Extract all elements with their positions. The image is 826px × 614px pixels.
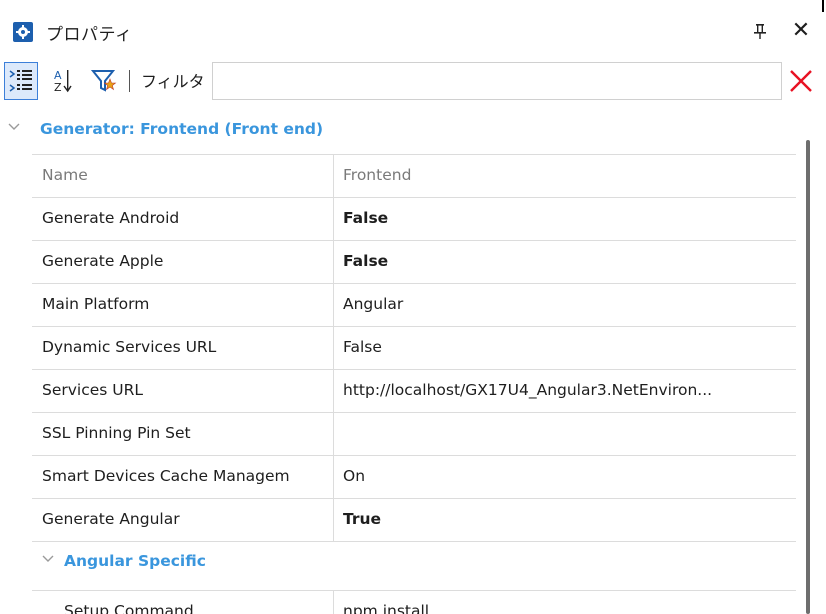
title-bar: プロパティ ✕ <box>0 14 826 52</box>
property-row-name[interactable]: Name Frontend <box>32 154 796 198</box>
filter-star-icon <box>90 70 117 92</box>
property-name: Setup Command <box>64 602 194 614</box>
property-grid: Generator: Frontend (Front end) Name Fro… <box>0 110 796 614</box>
property-row-dynamic-services-url[interactable]: Dynamic Services URL False <box>32 326 796 370</box>
category-label: Angular Specific <box>64 552 206 570</box>
property-name: Generate Android <box>42 209 180 227</box>
properties-gear-icon <box>13 22 33 42</box>
column-divider <box>333 284 334 327</box>
column-divider <box>333 198 334 241</box>
category-label: Generator: Frontend (Front end) <box>40 120 324 138</box>
clear-filter-button[interactable] <box>786 66 816 96</box>
pin-icon <box>754 24 766 39</box>
property-value: npm install <box>343 602 430 614</box>
property-row-main-platform[interactable]: Main Platform Angular <box>32 283 796 327</box>
property-value: http://localhost/GX17U4_Angular3.NetEnvi… <box>343 381 713 399</box>
vertical-scrollbar[interactable] <box>796 110 826 614</box>
clear-x-icon <box>790 70 812 92</box>
property-row-setup-command[interactable]: Setup Command npm install <box>32 590 796 614</box>
window-title: プロパティ <box>46 25 133 45</box>
sort-alphabetical-button[interactable]: A Z <box>46 62 80 100</box>
chevron-down-icon <box>42 555 54 562</box>
property-name: Smart Devices Cache Managem <box>42 467 290 485</box>
property-value: Angular <box>343 295 404 313</box>
column-divider <box>333 499 334 542</box>
column-divider <box>333 241 334 284</box>
property-row-cache-management[interactable]: Smart Devices Cache Managem On <box>32 455 796 499</box>
property-value: False <box>343 209 389 227</box>
property-name: Main Platform <box>42 295 150 313</box>
filter-input[interactable] <box>212 62 782 100</box>
category-generator-frontend[interactable]: Generator: Frontend (Front end) <box>0 110 796 150</box>
sort-az-icon: A Z <box>54 69 72 94</box>
property-name: Dynamic Services URL <box>42 338 217 356</box>
column-divider <box>333 591 334 614</box>
categorized-view-icon <box>9 70 32 92</box>
property-row-generate-android[interactable]: Generate Android False <box>32 197 796 241</box>
toolbar: A Z フィルタ <box>0 60 826 106</box>
scrollbar-thumb[interactable] <box>806 140 810 614</box>
close-icon: ✕ <box>791 18 811 43</box>
grid-gutter <box>0 150 32 614</box>
property-row-services-url[interactable]: Services URL http://localhost/GX17U4_Ang… <box>32 369 796 413</box>
property-value: False <box>343 252 389 270</box>
filter-label: フィルタ <box>141 72 205 91</box>
column-divider <box>333 456 334 499</box>
close-button[interactable]: ✕ <box>790 18 812 44</box>
chevron-down-icon <box>8 123 20 130</box>
property-name: Services URL <box>42 381 144 399</box>
property-name: SSL Pinning Pin Set <box>42 424 191 442</box>
window-frame-edge <box>822 0 824 12</box>
filter-button[interactable] <box>88 62 122 100</box>
column-divider <box>333 327 334 370</box>
column-divider <box>333 370 334 413</box>
categorized-view-button[interactable] <box>4 62 38 100</box>
property-name: Name <box>42 166 88 184</box>
property-value: On <box>343 467 366 485</box>
property-row-ssl-pinning[interactable]: SSL Pinning Pin Set <box>32 412 796 456</box>
column-divider <box>333 155 334 198</box>
property-value: False <box>343 338 382 356</box>
pin-button[interactable] <box>750 20 770 44</box>
property-value: Frontend <box>343 166 412 184</box>
property-value: True <box>343 510 382 528</box>
toolbar-separator <box>129 70 130 92</box>
property-row-generate-apple[interactable]: Generate Apple False <box>32 240 796 284</box>
svg-text:Z: Z <box>54 81 62 94</box>
property-row-generate-angular[interactable]: Generate Angular True <box>32 498 796 542</box>
property-name: Generate Apple <box>42 252 164 270</box>
property-name: Generate Angular <box>42 510 180 528</box>
category-angular-specific[interactable]: Angular Specific <box>32 541 796 581</box>
column-divider <box>333 413 334 456</box>
